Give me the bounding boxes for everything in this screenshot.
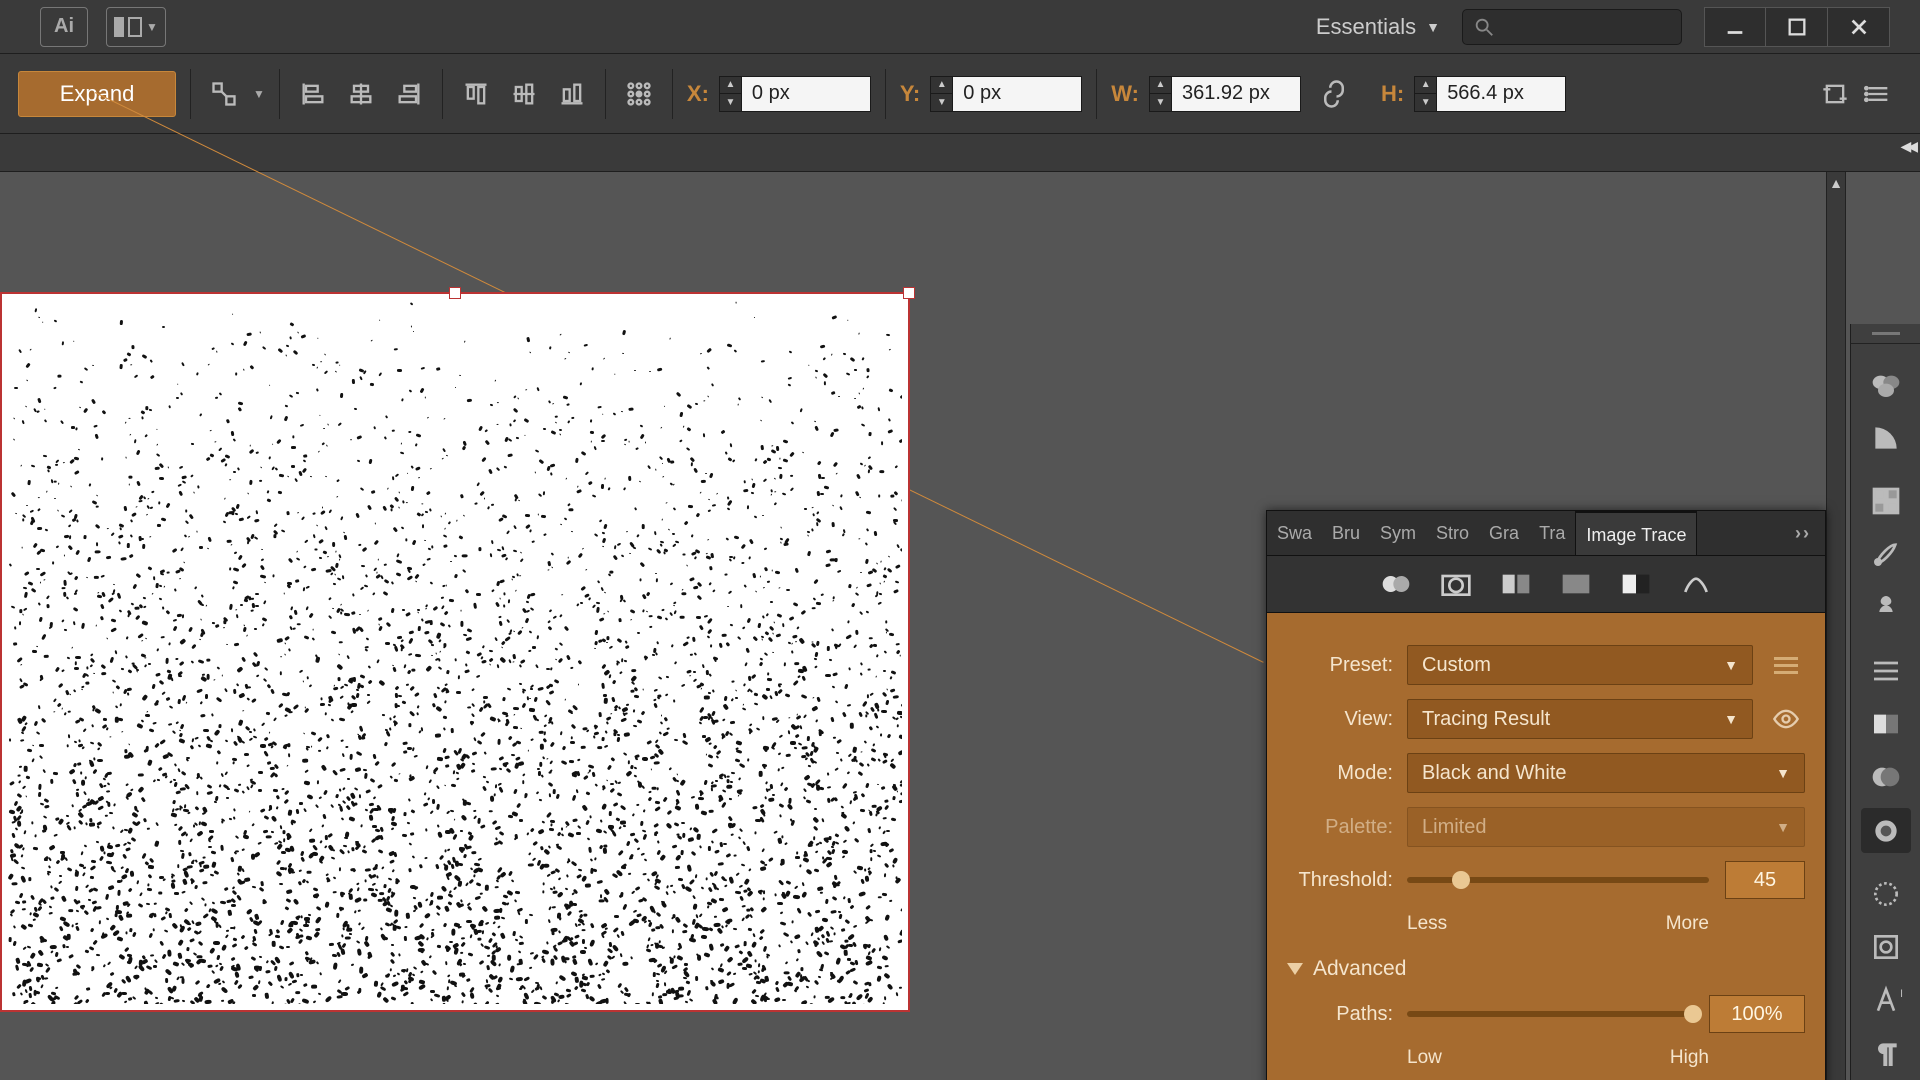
image-trace-icon[interactable] [1861,808,1911,853]
tab-symbols[interactable]: Sym [1370,523,1426,544]
paths-value[interactable]: 100% [1709,995,1805,1033]
vertical-scrollbar[interactable]: ▲ [1826,172,1846,1080]
view-dropdown[interactable]: Tracing Result▼ [1407,699,1753,739]
tab-stroke[interactable]: Stro [1426,523,1479,544]
tab-brushes[interactable]: Bru [1322,523,1370,544]
maximize-button[interactable] [1766,7,1828,47]
align-left-icon[interactable] [294,75,332,113]
palette-label: Palette: [1287,816,1407,839]
threshold-label: Threshold: [1287,869,1407,892]
y-input[interactable] [952,76,1082,112]
preset-gray-icon[interactable] [1560,570,1592,598]
panel-menu-icon[interactable] [1864,75,1892,113]
collapse-panels-icon[interactable]: ◀◀ [1900,138,1914,155]
color-icon[interactable] [1861,362,1911,407]
preset-menu-icon[interactable] [1767,646,1805,684]
preset-photo-icon[interactable] [1440,570,1472,598]
traced-artwork[interactable] [0,292,910,1012]
align-center-v-icon[interactable] [505,75,543,113]
x-input[interactable] [741,76,871,112]
x-stepper[interactable]: ▲▼ [719,76,871,112]
chevron-down-icon: ▼ [1426,19,1440,35]
symbols-icon[interactable] [1861,585,1911,630]
search-icon [1473,16,1495,38]
h-stepper[interactable]: ▲▼ [1414,76,1566,112]
image-trace-panel: Swa Bru Sym Stro Gra Tra Image Trace ›› … [1266,510,1826,1080]
palette-dropdown: Limited▼ [1407,807,1805,847]
x-label: X: [687,81,709,107]
app-icon[interactable]: Ai [40,7,88,47]
stroke-icon[interactable] [1861,649,1911,694]
selection-handle-top-right[interactable] [903,287,915,299]
workspace-switcher[interactable]: Essentials ▼ [1316,14,1440,40]
y-label: Y: [900,81,920,107]
align-center-h-icon[interactable] [342,75,380,113]
tab-transparency[interactable]: Tra [1529,523,1575,544]
disclosure-triangle-icon [1287,963,1303,975]
paragraph-icon[interactable] [1861,1031,1911,1076]
appearance-icon[interactable] [1861,872,1911,917]
w-label: W: [1111,81,1139,107]
mode-dropdown[interactable]: Black and White▼ [1407,753,1805,793]
preset-outline-icon[interactable] [1680,570,1712,598]
link-wh-toggle[interactable] [1315,75,1353,113]
workspace-label: Essentials [1316,14,1416,40]
work-area: ▲ I Swa Bru Sym Stro Gra Tra Image Trace [0,172,1920,1080]
crop-image-icon[interactable] [1816,75,1854,113]
search-input[interactable] [1462,9,1682,45]
paths-label: Paths: [1287,1003,1407,1026]
scroll-up-icon[interactable]: ▲ [1827,172,1845,194]
w-stepper[interactable]: ▲▼ [1149,76,1301,112]
w-input[interactable] [1171,76,1301,112]
right-panel-strip: I [1850,344,1920,1080]
mode-label: Mode: [1287,762,1407,785]
selection-handle-top[interactable] [449,287,461,299]
close-button[interactable] [1828,7,1890,47]
view-label: View: [1287,708,1407,731]
align-top-icon[interactable] [457,75,495,113]
gradient-icon[interactable] [1861,702,1911,747]
title-bar: Ai ▼ Essentials ▼ [0,0,1920,54]
panel-tab-row: Swa Bru Sym Stro Gra Tra Image Trace ›› [1267,511,1825,555]
h-label: H: [1381,81,1404,107]
texture-speckle [8,300,902,1004]
transform-each-icon[interactable] [205,75,243,113]
panel-tab-overflow-icon[interactable]: ›› [1781,523,1825,544]
y-stepper[interactable]: ▲▼ [930,76,1082,112]
advanced-toggle[interactable]: Advanced [1287,957,1805,981]
color-guide-icon[interactable] [1861,415,1911,460]
tab-gradient[interactable]: Gra [1479,523,1529,544]
preset-lowcolor-icon[interactable] [1500,570,1532,598]
type-icon[interactable]: I [1861,978,1911,1023]
preset-dropdown[interactable]: Custom▼ [1407,645,1753,685]
threshold-value[interactable]: 45 [1725,861,1805,899]
brushes-icon[interactable] [1861,532,1911,577]
panel-grip[interactable] [1850,324,1920,344]
preset-label: Preset: [1287,654,1407,677]
reference-point-icon[interactable] [620,75,658,113]
trace-preset-icons [1267,555,1825,613]
control-bar: Expand ▼ X: ▲▼ Y: ▲▼ W: ▲▼ [0,54,1920,134]
paths-slider[interactable] [1407,1011,1693,1017]
align-right-icon[interactable] [390,75,428,113]
tab-swatches[interactable]: Swa [1267,523,1322,544]
view-eye-icon[interactable] [1767,705,1805,733]
h-input[interactable] [1436,76,1566,112]
minimize-button[interactable] [1704,7,1766,47]
preset-auto-icon[interactable] [1380,570,1412,598]
threshold-slider[interactable] [1407,877,1709,883]
window-controls [1704,7,1890,47]
arrange-documents-button[interactable]: ▼ [106,7,166,47]
preset-bw-icon[interactable] [1620,570,1652,598]
document-tab-strip: ◀◀ [0,134,1920,172]
align-bottom-icon[interactable] [553,75,591,113]
transparency-icon[interactable] [1861,755,1911,800]
graphic-styles-icon[interactable] [1861,925,1911,970]
swatches-icon[interactable] [1861,479,1911,524]
tab-image-trace[interactable]: Image Trace [1575,511,1697,555]
